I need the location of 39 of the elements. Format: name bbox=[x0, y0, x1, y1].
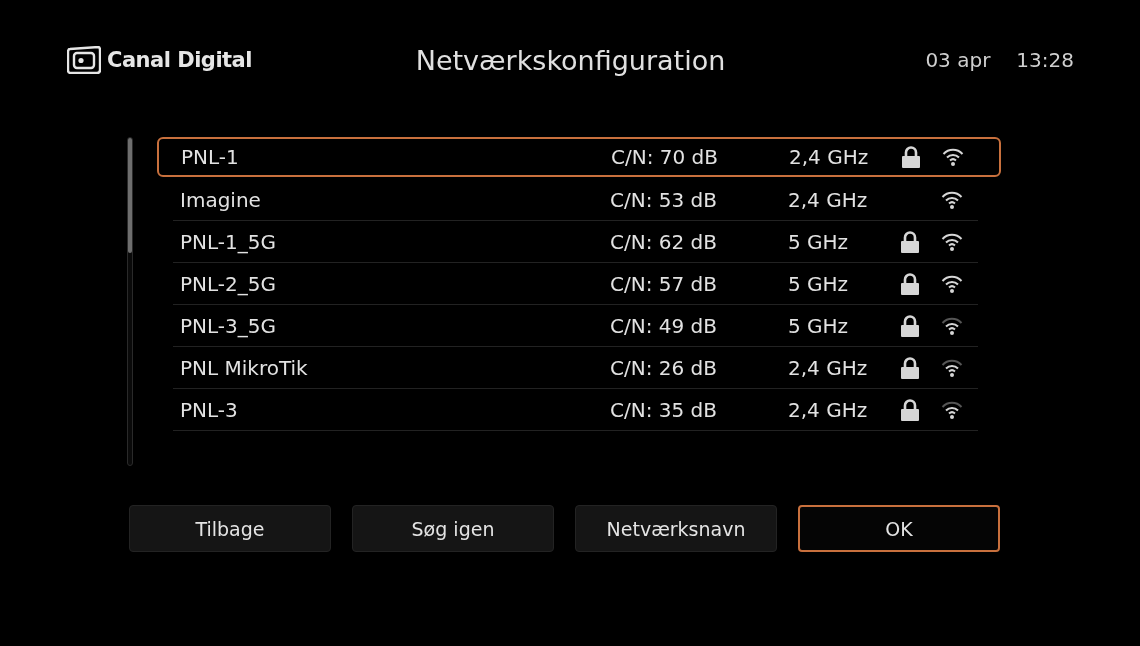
signal-quality: C/N: 62 dB bbox=[610, 229, 718, 254]
signal-quality: C/N: 70 dB bbox=[611, 145, 719, 169]
network-name: PNL-2_5G bbox=[180, 271, 277, 296]
scrollbar[interactable] bbox=[127, 137, 133, 466]
network-row[interactable]: Imagine C/N: 53 dB 2,4 GHz bbox=[173, 179, 978, 221]
network-name: Imagine bbox=[180, 187, 262, 212]
menu-button[interactable]: OK bbox=[798, 505, 1000, 552]
network-row[interactable]: PNL-1 C/N: 70 dB 2,4 GHz bbox=[157, 137, 1001, 177]
signal-quality: C/N: 53 dB bbox=[610, 187, 718, 212]
frequency-label: 2,4 GHz bbox=[788, 187, 869, 212]
signal-quality: C/N: 57 dB bbox=[610, 271, 718, 296]
network-row[interactable]: PNL-2_5G C/N: 57 dB 5 GHz bbox=[173, 263, 978, 305]
signal-quality: C/N: 26 dB bbox=[610, 355, 718, 380]
date-text: 03 apr bbox=[925, 48, 991, 72]
frequency-label: 5 GHz bbox=[788, 313, 850, 338]
menu-button[interactable]: Netværksnavn bbox=[575, 505, 777, 552]
menu-button[interactable]: Tilbage bbox=[129, 505, 331, 552]
time-text: 13:28 bbox=[1016, 48, 1074, 72]
network-name: PNL-3 bbox=[180, 397, 239, 422]
signal-quality: C/N: 35 dB bbox=[610, 397, 718, 422]
network-name: PNL MikroTik bbox=[180, 355, 309, 380]
logo-text: Canal Digital bbox=[107, 48, 252, 72]
network-name: PNL-3_5G bbox=[180, 313, 277, 338]
frequency-label: 2,4 GHz bbox=[789, 145, 870, 169]
menu-button[interactable]: Søg igen bbox=[352, 505, 554, 552]
network-name: PNL-1 bbox=[181, 145, 240, 169]
network-name: PNL-1_5G bbox=[180, 229, 277, 254]
frequency-label: 5 GHz bbox=[788, 229, 850, 254]
network-row[interactable]: PNL-1_5G C/N: 62 dB 5 GHz bbox=[173, 221, 978, 263]
frequency-label: 5 GHz bbox=[788, 271, 850, 296]
screen-title: Netværkskonfiguration bbox=[414, 44, 727, 76]
signal-quality: C/N: 49 dB bbox=[610, 313, 718, 338]
network-row[interactable]: PNL MikroTik C/N: 26 dB 2,4 GHz bbox=[173, 347, 978, 389]
frequency-label: 2,4 GHz bbox=[788, 397, 869, 422]
network-row[interactable]: PNL-3_5G C/N: 49 dB 5 GHz bbox=[173, 305, 978, 347]
frequency-label: 2,4 GHz bbox=[788, 355, 869, 380]
network-row[interactable]: PNL-3 C/N: 35 dB 2,4 GHz bbox=[173, 389, 978, 431]
scroll-thumb[interactable] bbox=[128, 138, 132, 253]
tv-logo-icon bbox=[67, 46, 101, 74]
